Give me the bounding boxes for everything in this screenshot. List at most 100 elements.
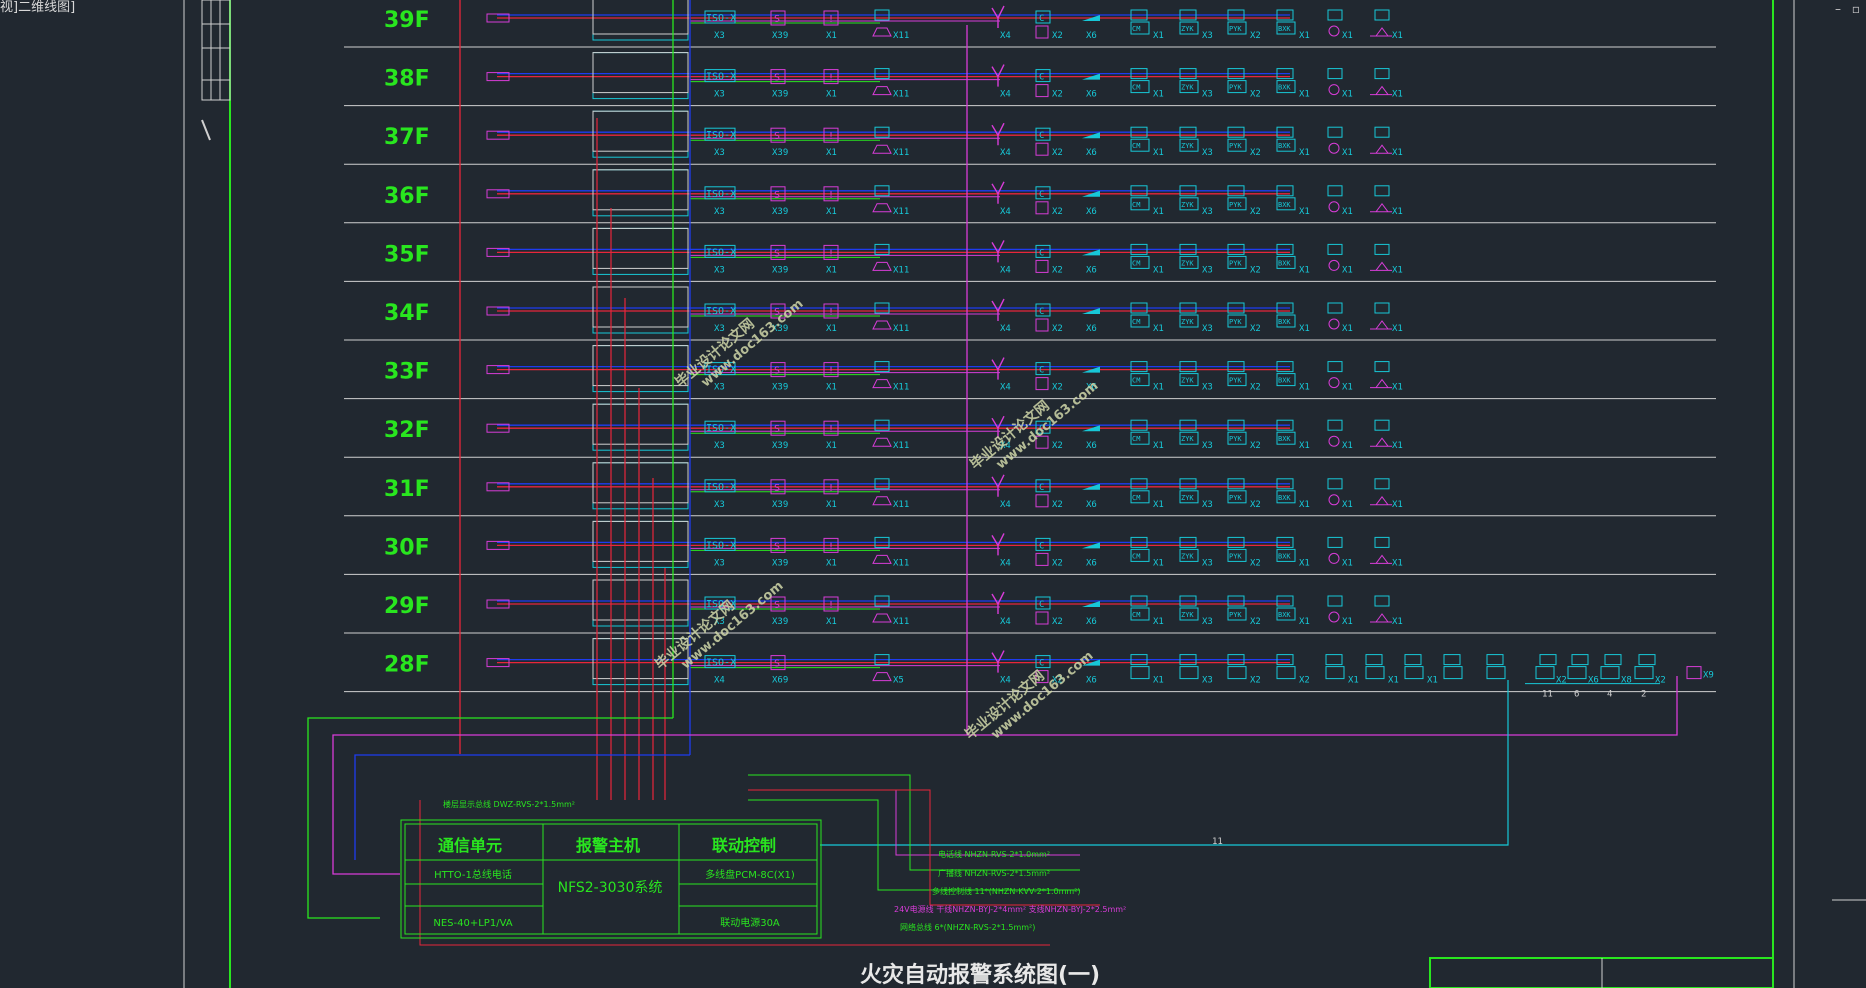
pump-module-icon xyxy=(1374,68,1390,80)
junction-box xyxy=(592,462,689,510)
phone-jack-icon xyxy=(1328,494,1340,506)
light-count: X6 xyxy=(1086,441,1097,451)
pump-module-icon xyxy=(1374,361,1390,373)
module-icon xyxy=(1443,666,1463,680)
heat-detector-symbol: ! xyxy=(828,14,834,25)
module-label: ZYK xyxy=(1181,84,1194,92)
flow-switch-icon xyxy=(991,5,1005,28)
phone-count: X1 xyxy=(1342,441,1353,451)
alarm-count: X11 xyxy=(893,265,909,275)
module-label: ZYK xyxy=(1181,435,1194,443)
cad-drawing-canvas[interactable]: 39F ISO-X X3 S X39! X1 X11 X4 C X2 X6 CM X1 ZYK X3 PYK X… xyxy=(0,0,1866,988)
phone-module-icon xyxy=(1327,361,1343,373)
smoke-count: X39 xyxy=(772,383,788,393)
module-label: ZYK xyxy=(1181,259,1194,267)
control-count: X2 xyxy=(1052,383,1063,393)
phone-jack-icon xyxy=(1328,201,1340,213)
module-top-icon xyxy=(1325,654,1343,666)
phone-count: X1 xyxy=(1342,617,1353,627)
smoke-count: X39 xyxy=(772,265,788,275)
module-count: X3 xyxy=(1202,676,1213,686)
light-count: X6 xyxy=(1086,500,1097,510)
floor-row-38F: 38F ISO-X X3 S X39! X1 X11 X4 C X2 X6 CM X1 ZYK X3 PYK X… xyxy=(344,52,1716,107)
heat-count: X1 xyxy=(826,31,837,41)
isolator-label: ISO-X xyxy=(706,540,736,551)
floor-label: 34F xyxy=(384,301,430,326)
smoke-count: X39 xyxy=(772,558,788,568)
isolator-count: X3 xyxy=(714,324,725,334)
zone-mark: 11 xyxy=(1542,690,1553,700)
floor-label: 31F xyxy=(384,477,430,502)
floor-row-31F: 31F ISO-X X3 S X39! X1 X11 X4 C X2 X6 CM X1 ZYK X3 PYK X… xyxy=(344,462,1716,517)
module-label: BXK xyxy=(1278,435,1291,443)
isolator-count: X4 xyxy=(714,676,725,686)
module-count: X3 xyxy=(1202,148,1213,158)
phone-jack-icon xyxy=(1328,84,1340,96)
junction-box-inner xyxy=(592,0,689,35)
module-count: X1 xyxy=(1153,265,1164,275)
heat-count: X1 xyxy=(826,383,837,393)
cable-note: 电话线 NHZN-RVS-2*1.0mm² xyxy=(938,849,1050,859)
module-count: X3 xyxy=(1202,500,1213,510)
pump-icon xyxy=(1370,261,1392,271)
module-icon xyxy=(1325,666,1345,680)
zone-box-icon xyxy=(1600,666,1620,680)
pump-count: X1 xyxy=(1392,148,1403,158)
drawing-title: 火灾自动报警系统图(一) xyxy=(860,962,1100,988)
end-count: X9 xyxy=(1703,671,1714,681)
alarm-bell-icon xyxy=(872,144,892,154)
module-count: X1 xyxy=(1299,441,1310,451)
smoke-detector-symbol: S xyxy=(774,541,780,552)
control-count: X2 xyxy=(1052,207,1063,217)
module-count: X1 xyxy=(1299,148,1310,158)
isolator-label: ISO-X xyxy=(706,658,736,669)
junction-box-inner xyxy=(592,579,689,621)
pump-module-icon xyxy=(1374,478,1390,490)
junction-box xyxy=(592,52,689,100)
pump-module-icon xyxy=(1374,243,1390,255)
floor-label: 38F xyxy=(384,67,430,92)
control-module-symbol: C xyxy=(1039,14,1044,24)
smoke-detector-symbol: S xyxy=(774,248,780,259)
module-label: CM xyxy=(1132,377,1140,385)
module-label: PYK xyxy=(1229,318,1242,326)
alarm-bell-icon xyxy=(872,379,892,389)
phone-count: X1 xyxy=(1342,383,1353,393)
floor-row-35F: 35F ISO-X X3 S X39! X1 X11 X4 C X2 X6 CM X1 ZYK X3 PYK X… xyxy=(344,227,1716,282)
control-module-symbol: C xyxy=(1039,366,1044,376)
pump-module-icon xyxy=(1374,302,1390,314)
sounder-icon xyxy=(1035,494,1049,508)
control-count: X2 xyxy=(1052,148,1063,158)
module-label: CM xyxy=(1132,201,1140,209)
pump-module-icon xyxy=(1374,126,1390,138)
module-label: BXK xyxy=(1278,494,1291,502)
module-label: BXK xyxy=(1278,142,1291,150)
module-label: BXK xyxy=(1278,318,1291,326)
module-label: CM xyxy=(1132,494,1140,502)
pump-icon xyxy=(1370,378,1392,389)
control-module-symbol: C xyxy=(1039,190,1044,200)
flow-switch-icon xyxy=(991,474,1005,497)
isolator-count: X3 xyxy=(714,31,725,41)
module-count: X3 xyxy=(1202,324,1213,334)
alarm-bell-icon xyxy=(872,672,892,682)
module-count: X1 xyxy=(1299,383,1310,393)
floor-label: 29F xyxy=(384,594,430,619)
module-label: CM xyxy=(1132,611,1140,619)
module-count: X2 xyxy=(1250,441,1261,451)
phone-jack-icon xyxy=(1328,318,1340,330)
bus-count-label: 11 xyxy=(1212,837,1223,847)
smoke-count: X39 xyxy=(772,207,788,217)
isolator-count: X3 xyxy=(714,265,725,275)
zone-mark: 6 xyxy=(1574,690,1579,700)
isolator-label: ISO-X xyxy=(706,13,736,24)
phone-module-icon xyxy=(1327,595,1343,607)
module-label: ZYK xyxy=(1181,494,1194,502)
pump-count: X1 xyxy=(1392,558,1403,568)
heat-count: X1 xyxy=(826,558,837,568)
phone-count: X1 xyxy=(1342,265,1353,275)
switch-count: X4 xyxy=(1000,676,1011,686)
module-label: ZYK xyxy=(1181,611,1194,619)
smoke-count: X69 xyxy=(772,676,788,686)
pump-count: X1 xyxy=(1392,90,1403,100)
